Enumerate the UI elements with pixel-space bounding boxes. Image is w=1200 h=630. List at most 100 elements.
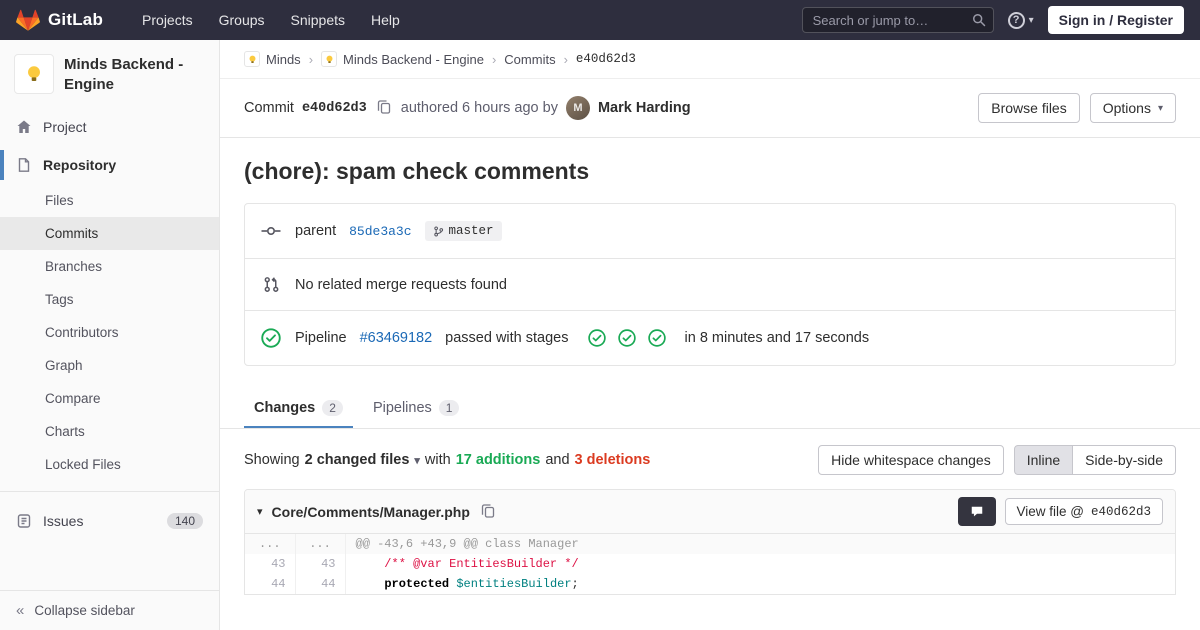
pipeline-id-link[interactable]: #63469182 bbox=[360, 330, 433, 346]
diff-stats: Showing 2 changed files ▾ with 17 additi… bbox=[244, 452, 650, 468]
breadcrumb-current-sha: e40d62d3 bbox=[575, 52, 636, 66]
options-dropdown-button[interactable]: Options ▾ bbox=[1089, 93, 1176, 123]
changed-files-dropdown[interactable]: 2 changed files ▾ bbox=[305, 452, 420, 468]
sidebar-item-contributors[interactable]: Contributors bbox=[0, 316, 219, 349]
chevron-down-icon: ▾ bbox=[1028, 14, 1034, 26]
sidebar-item-label: Issues bbox=[43, 512, 84, 529]
project-avatar-small bbox=[321, 51, 338, 67]
pipeline-stage-icon[interactable] bbox=[617, 329, 636, 347]
author-name-link[interactable]: Mark Harding bbox=[598, 100, 691, 116]
tab-pipelines[interactable]: Pipelines 1 bbox=[363, 388, 470, 428]
parent-sha-link[interactable]: 85de3a3c bbox=[349, 224, 411, 239]
commit-label: Commit bbox=[244, 100, 294, 116]
breadcrumb-group-link[interactable]: Minds bbox=[244, 51, 301, 67]
breadcrumb: Minds › Minds Backend - Engine › Commits… bbox=[220, 40, 1200, 79]
diff-line-row: 44 44 protected $entitiesBuilder; bbox=[245, 574, 1175, 594]
diff-view-controls: Hide whitespace changes Inline Side-by-s… bbox=[818, 445, 1176, 475]
hunk-header-text: @@ -43,6 +43,9 @@ class Manager bbox=[345, 534, 1175, 554]
pipeline-stage-icon[interactable] bbox=[587, 329, 606, 347]
collapse-label: Collapse sidebar bbox=[34, 603, 135, 618]
sidebar-item-issues[interactable]: Issues 140 bbox=[0, 502, 219, 540]
project-avatar bbox=[14, 54, 54, 94]
breadcrumb-separator: › bbox=[563, 51, 568, 67]
project-sidebar: Minds Backend - Engine Project Repositor… bbox=[0, 40, 220, 630]
pipelines-count-badge: 1 bbox=[438, 400, 460, 416]
gitlab-logo[interactable]: GitLab bbox=[16, 8, 103, 32]
comment-bubble-icon bbox=[971, 506, 982, 516]
sign-in-button[interactable]: Sign in / Register bbox=[1047, 6, 1184, 34]
sidebar-item-repository[interactable]: Repository bbox=[0, 146, 219, 184]
commit-title: (chore): spam check comments bbox=[244, 158, 590, 184]
nav-item-projects[interactable]: Projects bbox=[131, 2, 204, 38]
pipeline-mini-graph bbox=[587, 329, 666, 347]
pipeline-status-text: passed with stages bbox=[445, 330, 569, 346]
breadcrumb-separator: › bbox=[308, 51, 314, 67]
sidebar-item-label: Repository bbox=[43, 156, 117, 173]
issues-icon bbox=[17, 513, 31, 528]
old-line-number[interactable]: 43 bbox=[245, 554, 296, 574]
old-line-number[interactable]: 44 bbox=[245, 574, 296, 594]
author-avatar[interactable]: M bbox=[565, 96, 590, 120]
sidebar-item-commits[interactable]: Commits bbox=[0, 216, 219, 250]
diff-file-header: ▾ Core/Comments/Manager.php View file @ … bbox=[245, 490, 1175, 534]
code-line: /** @var EntitiesBuilder */ bbox=[345, 554, 1175, 574]
browse-files-button[interactable]: Browse files bbox=[978, 93, 1080, 123]
nav-item-snippets[interactable]: Snippets bbox=[280, 2, 356, 38]
view-file-sha: e40d62d3 bbox=[1090, 504, 1151, 519]
pipeline-stage-icon[interactable] bbox=[647, 329, 666, 347]
help-dropdown[interactable]: ? ▾ bbox=[1007, 11, 1034, 29]
hide-whitespace-button[interactable]: Hide whitespace changes bbox=[818, 445, 1004, 475]
changed-files-label: 2 changed files bbox=[304, 452, 410, 468]
group-avatar bbox=[244, 51, 260, 67]
code-keyword: protected bbox=[384, 577, 450, 591]
commit-actions: Browse files Options ▾ bbox=[978, 93, 1176, 123]
sidebar-item-files[interactable]: Files bbox=[0, 184, 219, 217]
new-line-number[interactable]: 43 bbox=[295, 554, 346, 574]
side-by-side-view-button[interactable]: Side-by-side bbox=[1072, 445, 1176, 475]
file-path-link[interactable]: Core/Comments/Manager.php bbox=[272, 504, 470, 520]
toggle-comments-button[interactable] bbox=[957, 497, 996, 526]
file-header-actions: View file @ e40d62d3 bbox=[957, 497, 1163, 526]
copy-commit-sha-icon[interactable] bbox=[375, 99, 393, 117]
parent-label: parent bbox=[295, 223, 337, 239]
additions-count: 17 additions bbox=[455, 452, 541, 468]
sidebar-item-graph[interactable]: Graph bbox=[0, 349, 219, 382]
lightbulb-icon bbox=[326, 55, 333, 63]
hunk-old-line: ... bbox=[245, 534, 296, 554]
parent-row: parent 85de3a3c master bbox=[245, 204, 1175, 258]
pipeline-label: Pipeline bbox=[295, 330, 347, 346]
options-label: Options bbox=[1102, 100, 1151, 116]
new-line-number[interactable]: 44 bbox=[295, 574, 346, 594]
code-variable: $entitiesBuilder bbox=[456, 577, 572, 591]
diff-table: ... ... @@ -43,6 +43,9 @@ class Manager … bbox=[245, 534, 1175, 594]
collapse-file-icon[interactable]: ▾ bbox=[257, 505, 263, 518]
and-label: and bbox=[545, 452, 570, 468]
question-icon: ? bbox=[1007, 11, 1025, 29]
nav-item-groups[interactable]: Groups bbox=[208, 2, 276, 38]
breadcrumb-project-link[interactable]: Minds Backend - Engine bbox=[321, 51, 484, 67]
breadcrumb-commits-link[interactable]: Commits bbox=[504, 52, 555, 67]
project-context[interactable]: Minds Backend - Engine bbox=[0, 40, 219, 108]
sidebar-item-compare[interactable]: Compare bbox=[0, 382, 219, 415]
copy-file-path-icon[interactable] bbox=[479, 503, 497, 521]
branch-badge[interactable]: master bbox=[424, 221, 502, 241]
sidebar-item-tags[interactable]: Tags bbox=[0, 283, 219, 316]
code-punctuation: ; bbox=[571, 577, 579, 591]
branch-icon bbox=[433, 226, 443, 236]
with-label: with bbox=[424, 452, 451, 468]
sidebar-item-branches[interactable]: Branches bbox=[0, 250, 219, 283]
sidebar-item-project[interactable]: Project bbox=[0, 108, 219, 146]
tab-changes[interactable]: Changes 2 bbox=[244, 388, 353, 428]
nav-item-help[interactable]: Help bbox=[360, 2, 411, 38]
sidebar-item-charts[interactable]: Charts bbox=[0, 415, 219, 448]
collapse-sidebar-button[interactable]: « Collapse sidebar bbox=[0, 590, 219, 630]
diff-hunk-row: ... ... @@ -43,6 +43,9 @@ class Manager bbox=[245, 534, 1175, 554]
inline-view-button[interactable]: Inline bbox=[1013, 445, 1074, 475]
commit-icon bbox=[260, 224, 282, 238]
code-comment: /** @var EntitiesBuilder */ bbox=[355, 557, 579, 571]
merge-request-icon bbox=[260, 276, 282, 293]
view-file-button[interactable]: View file @ e40d62d3 bbox=[1004, 498, 1163, 525]
sidebar-item-locked-files[interactable]: Locked Files bbox=[0, 448, 219, 481]
search-input[interactable] bbox=[801, 7, 994, 33]
